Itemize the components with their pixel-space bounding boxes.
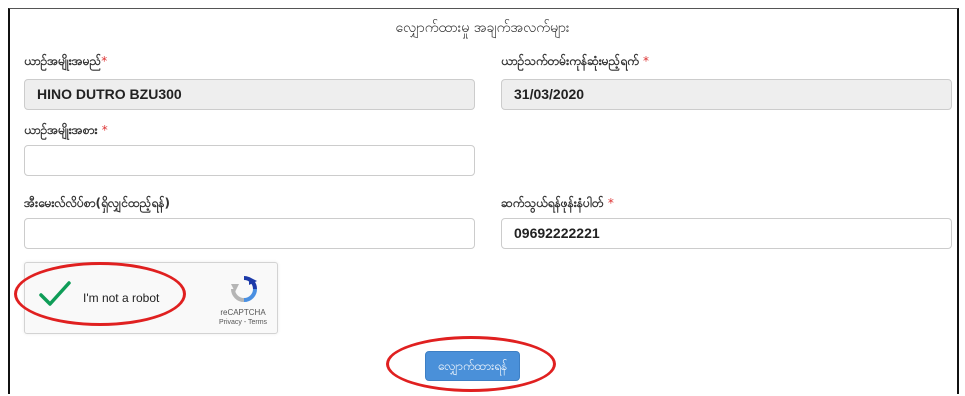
- captcha-label[interactable]: I'm not a robot: [83, 291, 159, 305]
- email-field[interactable]: [24, 218, 475, 249]
- expiry-date-label-text: ယာဉ်သက်တမ်းကုန်ဆုံးမည့်ရက်: [501, 54, 639, 68]
- car-type-field[interactable]: [24, 145, 475, 176]
- phone-field[interactable]: 09692222221: [501, 218, 952, 249]
- recaptcha-logo-icon: [230, 275, 258, 307]
- phone-label: ဆက်သွယ်ရန်ဖုန်းနံပါတ် *: [501, 195, 614, 213]
- car-type-label-text: ယာဉ်အမျိုးအစား: [24, 123, 98, 137]
- recaptcha-widget: I'm not a robot reCAPTCHA Privacy - Term…: [24, 262, 278, 334]
- recaptcha-brand: reCAPTCHA: [220, 308, 266, 317]
- car-type-label: ယာဉ်အမျိုးအစား *: [24, 122, 108, 140]
- expiry-date-label: ယာဉ်သက်တမ်းကုန်ဆုံးမည့်ရက် *: [501, 53, 649, 71]
- checkmark-icon[interactable]: [38, 279, 72, 313]
- car-name-field[interactable]: HINO DUTRO BZU300: [24, 79, 475, 110]
- email-label: အီးမေးလ်လိပ်စာ(ရှိလျှင်ထည့်ရန်): [24, 196, 170, 210]
- privacy-link[interactable]: Privacy: [219, 319, 242, 326]
- phone-label-text: ဆက်သွယ်ရန်ဖုန်းနံပါတ်: [501, 196, 604, 210]
- terms-link[interactable]: Terms: [248, 319, 267, 326]
- recaptcha-links: Privacy - Terms: [212, 319, 274, 326]
- form-title: လျှောက်ထားမှု အချက်အလက်များ: [395, 20, 570, 36]
- submit-button[interactable]: လျှောက်ထားရန်: [425, 351, 520, 381]
- expiry-date-field[interactable]: 31/03/2020: [501, 79, 952, 110]
- required-marker: *: [607, 196, 614, 210]
- required-marker: *: [101, 54, 108, 68]
- car-name-label: ယာဉ်အမျိုးအမည်*: [24, 53, 107, 71]
- required-marker: *: [101, 123, 108, 137]
- car-name-label-text: ယာဉ်အမျိုးအမည်: [24, 54, 102, 68]
- required-marker: *: [643, 54, 650, 68]
